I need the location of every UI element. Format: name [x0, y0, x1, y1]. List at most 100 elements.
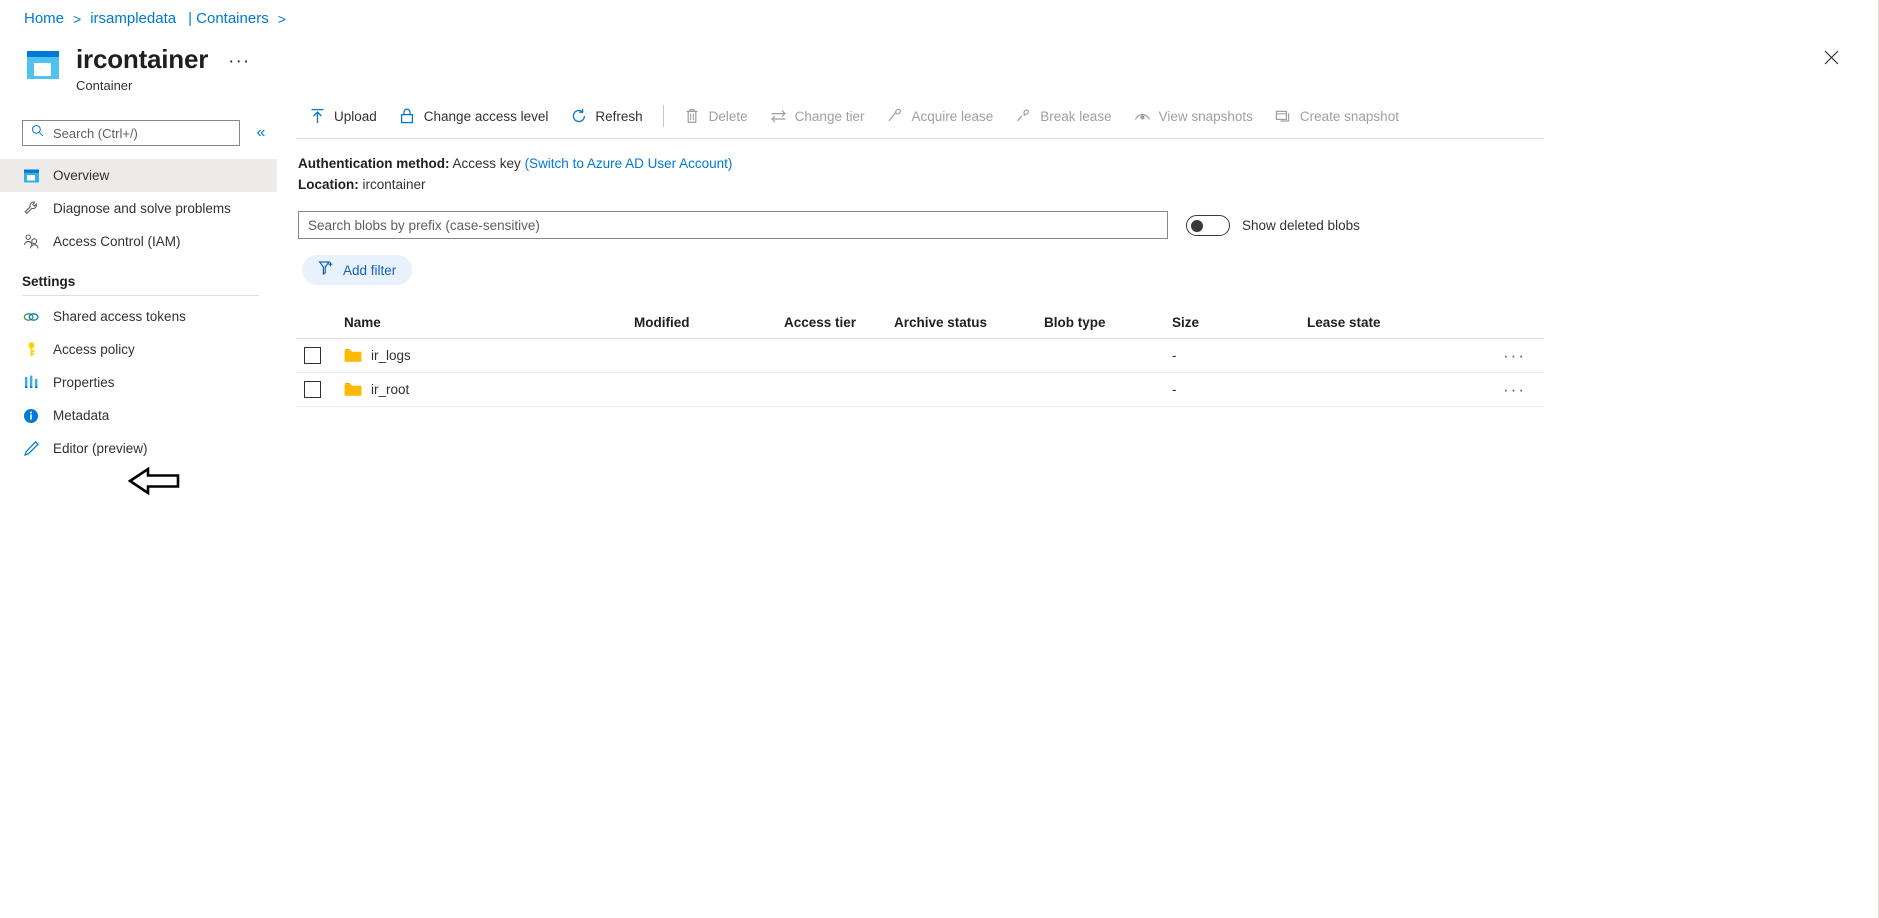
- azure-portal-blade: Home > irsampledata | Containers > ircon…: [0, 0, 1879, 918]
- authentication-method-label: Authentication method:: [298, 156, 450, 171]
- command-label: View snapshots: [1158, 108, 1253, 124]
- blob-prefix-search-input[interactable]: [298, 211, 1168, 239]
- command-label: Upload: [334, 108, 377, 124]
- search-icon: [31, 124, 44, 142]
- wrench-icon: [22, 200, 40, 218]
- command-label: Change access level: [423, 108, 549, 124]
- show-deleted-blobs-toggle[interactable]: [1186, 214, 1230, 236]
- sidebar-collapse-button[interactable]: «: [250, 122, 272, 144]
- add-filter-button[interactable]: Add filter: [302, 255, 413, 285]
- sidebar-search[interactable]: [22, 120, 240, 146]
- row-checkbox[interactable]: [304, 347, 321, 364]
- change-tier-button[interactable]: Change tier: [759, 100, 876, 132]
- column-header-lease-state[interactable]: Lease state: [1307, 315, 1467, 330]
- row-name-cell: ir_logs: [344, 348, 634, 363]
- blob-name-link[interactable]: ir_root: [371, 382, 409, 397]
- sidebar-divider: [22, 295, 259, 296]
- folder-icon: [344, 382, 362, 397]
- upload-icon: [309, 108, 326, 125]
- breadcrumb-separator-1: >: [73, 11, 82, 27]
- upload-button[interactable]: Upload: [298, 100, 388, 132]
- row-name-cell: ir_root: [344, 382, 634, 397]
- table-row[interactable]: ir_root - ···: [296, 373, 1544, 407]
- close-icon[interactable]: [1816, 42, 1846, 72]
- command-divider: [662, 105, 664, 127]
- switch-auth-link[interactable]: (Switch to Azure AD User Account): [525, 156, 733, 171]
- breadcrumb-account[interactable]: irsampledata: [90, 9, 176, 29]
- command-label: Change tier: [794, 108, 865, 124]
- overview-icon: [22, 167, 40, 185]
- sidebar-item-label: Overview: [53, 168, 110, 183]
- sidebar-item-access-policy[interactable]: Access policy: [0, 333, 277, 366]
- delete-button[interactable]: Delete: [673, 100, 759, 132]
- command-label: Break lease: [1040, 108, 1112, 124]
- command-bar-rule: [296, 138, 1544, 139]
- page-header: ircontainer ··· Container: [24, 43, 254, 94]
- row-more-menu-button[interactable]: ···: [1503, 347, 1526, 364]
- row-size: -: [1172, 382, 1177, 397]
- breadcrumb-home[interactable]: Home: [24, 9, 64, 29]
- breadcrumb: Home > irsampledata | Containers >: [24, 9, 295, 29]
- change-access-level-button[interactable]: Change access level: [388, 100, 560, 132]
- breadcrumb-containers[interactable]: | Containers: [188, 9, 269, 29]
- sidebar-item-label: Access Control (IAM): [53, 234, 181, 249]
- show-deleted-blobs-label: Show deleted blobs: [1242, 217, 1360, 233]
- break-lease-button[interactable]: Break lease: [1004, 100, 1122, 132]
- column-header-name[interactable]: Name: [344, 315, 634, 330]
- location-label: Location:: [298, 177, 359, 192]
- view-snapshots-button[interactable]: View snapshots: [1123, 100, 1264, 132]
- row-more-menu-button[interactable]: ···: [1503, 381, 1526, 398]
- authentication-method-value: Access key: [452, 156, 521, 171]
- table-row[interactable]: ir_logs - ···: [296, 339, 1544, 373]
- snapshot-create-icon: [1275, 108, 1292, 125]
- sidebar-item-diagnose[interactable]: Diagnose and solve problems: [0, 192, 277, 225]
- add-filter-row: Add filter: [296, 255, 1879, 285]
- sidebar-item-access-control[interactable]: Access Control (IAM): [0, 225, 277, 258]
- column-header-access-tier[interactable]: Access tier: [784, 315, 894, 330]
- add-filter-label: Add filter: [343, 262, 397, 278]
- sidebar-item-metadata[interactable]: Metadata: [0, 399, 277, 432]
- command-bar: Upload Change access level Refresh Delet…: [296, 95, 1879, 137]
- sidebar-item-shared-access-tokens[interactable]: Shared access tokens: [0, 300, 277, 333]
- column-header-modified[interactable]: Modified: [634, 315, 784, 330]
- authentication-method-line: Authentication method: Access key (Switc…: [298, 153, 1879, 174]
- show-deleted-blobs-control: Show deleted blobs: [1186, 214, 1360, 236]
- refresh-icon: [570, 108, 587, 125]
- blob-name-link[interactable]: ir_logs: [371, 348, 411, 363]
- lease-icon: [886, 108, 903, 125]
- info-icon: [22, 407, 40, 425]
- sidebar: « Overview Diagnose and solve problems A…: [0, 120, 277, 918]
- row-actions-cell: ···: [1467, 347, 1544, 364]
- column-header-archive-status[interactable]: Archive status: [894, 315, 1044, 330]
- sidebar-item-label: Diagnose and solve problems: [53, 201, 231, 216]
- folder-icon: [344, 348, 362, 363]
- sidebar-item-label: Access policy: [53, 342, 135, 357]
- sidebar-item-editor-preview[interactable]: Editor (preview): [0, 432, 277, 465]
- row-checkbox-cell: [296, 347, 344, 364]
- sidebar-item-properties[interactable]: Properties: [0, 366, 277, 399]
- refresh-button[interactable]: Refresh: [559, 100, 653, 132]
- command-label: Delete: [708, 108, 748, 124]
- sidebar-group-settings: Settings: [22, 274, 76, 289]
- column-header-blob-type[interactable]: Blob type: [1044, 315, 1172, 330]
- properties-icon: [22, 374, 40, 392]
- sidebar-item-label: Editor (preview): [53, 441, 148, 456]
- create-snapshot-button[interactable]: Create snapshot: [1264, 100, 1410, 132]
- breadcrumb-separator-2: >: [277, 11, 286, 27]
- page-more-menu-button[interactable]: ···: [224, 52, 254, 72]
- search-input[interactable]: [51, 124, 231, 142]
- snapshot-view-icon: [1134, 108, 1151, 125]
- row-checkbox[interactable]: [304, 381, 321, 398]
- sidebar-item-label: Metadata: [53, 408, 110, 423]
- link-icon: [22, 308, 40, 326]
- row-size: -: [1172, 348, 1177, 363]
- column-header-size[interactable]: Size: [1172, 315, 1307, 330]
- trash-icon: [684, 108, 701, 125]
- page-subtitle: Container: [76, 78, 133, 93]
- sidebar-item-overview[interactable]: Overview: [0, 159, 277, 192]
- location-value: ircontainer: [362, 177, 426, 192]
- auth-info: Authentication method: Access key (Switc…: [296, 153, 1879, 195]
- row-checkbox-cell: [296, 381, 344, 398]
- acquire-lease-button[interactable]: Acquire lease: [875, 100, 1004, 132]
- add-filter-icon: [318, 260, 335, 280]
